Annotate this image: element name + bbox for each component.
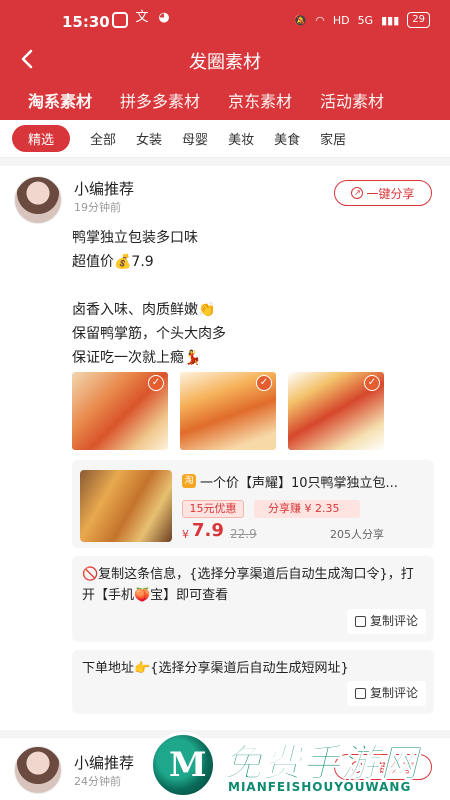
coupon-badge: 15元优惠 (182, 500, 244, 518)
status-time: 15:30 (62, 13, 110, 31)
avatar (14, 176, 62, 224)
app-header: 15:30 文 ◕ 🔕 ◠ HD 5G ▮▮▮ 29 发圈素材 淘系素材 拼多多… (0, 0, 450, 120)
comment-box: 🚫复制这条信息，{选择分享渠道后自动生成淘口令}，打开【手机🍑宝】即可查看 复制… (72, 556, 434, 642)
product-price: 7.9 (192, 520, 224, 541)
watermark-logo-icon (150, 732, 216, 798)
copy-comment-label: 复制评论 (369, 686, 418, 700)
taobao-icon: 淘 (182, 474, 196, 488)
tab-taobao[interactable]: 淘系素材 (28, 82, 92, 118)
post-images: ✓ ✓ ✓ (72, 372, 384, 450)
post-content: 鸭掌独立包装多口味 超值价💰7.9 卤香入味、肉质鲜嫩👏 保留鸭掌筋，个头大肉多… (72, 226, 226, 370)
comment-box: 下单地址👉{选择分享渠道后自动生成短网址} 复制评论 (72, 650, 434, 714)
post-card: 小编推荐 19分钟前 ↗ 一键分享 鸭掌独立包装多口味 超值价💰7.9 卤香入味… (0, 166, 450, 730)
mute-icon: 🔕 (293, 13, 308, 27)
copy-icon (354, 616, 366, 627)
post-time: 19分钟前 (74, 201, 121, 214)
comment-text: 下单地址👉{选择分享渠道后自动生成短网址} (82, 661, 349, 676)
battery-icon: 29 (407, 12, 430, 28)
hd-label: HD (332, 13, 350, 27)
content-line: 超值价💰7.9 (72, 254, 154, 270)
copy-comment-button[interactable]: 复制评论 (346, 609, 426, 634)
original-price: 22.9 (230, 527, 257, 541)
nav-bar: 发圈素材 (0, 44, 450, 78)
category-home[interactable]: 家居 (320, 129, 346, 148)
author-name: 小编推荐 (74, 754, 135, 772)
watermark-subtitle: MIANFEISHOUYOUWANG (228, 780, 412, 794)
app-notification-icon (112, 12, 128, 28)
page-title: 发圈素材 (189, 52, 261, 73)
status-bar: 15:30 文 ◕ 🔕 ◠ HD 5G ▮▮▮ 29 (0, 0, 450, 44)
check-icon[interactable]: ✓ (256, 375, 272, 391)
5g-label: 5G (357, 13, 374, 27)
tab-jd[interactable]: 京东素材 (228, 82, 292, 118)
product-title: 一个价【声耀】10只鸭掌独立包... (200, 476, 398, 491)
content-line: 鸭掌独立包装多口味 (72, 230, 198, 246)
category-featured[interactable]: 精选 (12, 125, 71, 152)
check-icon[interactable]: ✓ (148, 375, 164, 391)
content-line (72, 274, 226, 298)
status-notification-icons: 文 ◕ (112, 10, 172, 28)
content-line: 保留鸭掌筋，个头大肉多 (72, 326, 226, 342)
material-tabs: 淘系素材 拼多多素材 京东素材 活动素材 (0, 82, 450, 118)
signal-icon: ▮▮▮ (381, 13, 400, 27)
copy-icon (354, 688, 366, 699)
check-icon[interactable]: ✓ (364, 375, 380, 391)
translate-icon: 文 (135, 10, 149, 25)
copy-comment-label: 复制评论 (369, 614, 418, 628)
category-all[interactable]: 全部 (90, 129, 116, 148)
wifi-icon: ◠ (315, 13, 325, 27)
category-baby[interactable]: 母婴 (182, 129, 208, 148)
product-card[interactable]: 淘 一个价【声耀】10只鸭掌独立包... 15元优惠 分享赚 ¥ 2.35 ¥ … (72, 460, 434, 548)
category-food[interactable]: 美食 (274, 129, 300, 148)
tab-pinduoduo[interactable]: 拼多多素材 (120, 82, 200, 118)
wechat-icon: ◕ (158, 10, 170, 25)
category-womens[interactable]: 女装 (136, 129, 162, 148)
avatar (14, 746, 62, 794)
one-click-share-button[interactable]: ↗ 一键分享 (334, 180, 432, 206)
post-image[interactable]: ✓ (72, 372, 168, 450)
comment-text: 🚫复制这条信息，{选择分享渠道后自动生成淘口令}，打开【手机🍑宝】即可查看 (82, 567, 414, 603)
site-watermark: 免费手游网 MIANFEISHOUYOUWANG (150, 728, 450, 800)
share-icon: ↗ (351, 187, 364, 199)
watermark-title: 免费手游网 (223, 741, 420, 786)
price-currency: ¥ (182, 528, 189, 541)
author-name: 小编推荐 (74, 180, 135, 198)
category-beauty[interactable]: 美妆 (228, 129, 254, 148)
status-right-icons: 🔕 ◠ HD 5G ▮▮▮ 29 (293, 12, 430, 28)
post-image[interactable]: ✓ (180, 372, 276, 450)
copy-comment-button[interactable]: 复制评论 (346, 681, 426, 706)
share-earn-badge: 分享赚 ¥ 2.35 (254, 500, 360, 518)
content-line: 保证吃一次就上瘾💃 (72, 350, 202, 366)
share-button-label: 一键分享 (366, 186, 415, 201)
post-time: 24分钟前 (74, 775, 121, 788)
content-line: 卤香入味、肉质鲜嫩👏 (72, 302, 216, 318)
tab-activity[interactable]: 活动素材 (320, 82, 384, 118)
share-count: 205人分享 (330, 528, 384, 541)
post-image[interactable]: ✓ (288, 372, 384, 450)
product-image (80, 470, 172, 542)
category-filter: 精选 全部 女装 母婴 美妆 美食 家居 (0, 120, 450, 158)
